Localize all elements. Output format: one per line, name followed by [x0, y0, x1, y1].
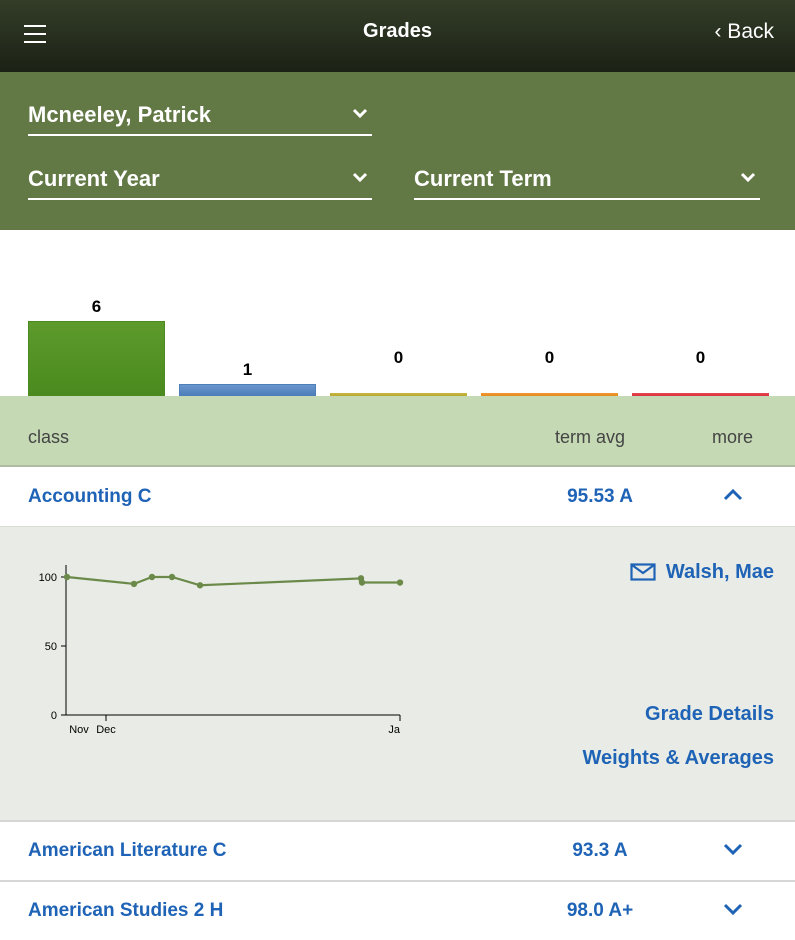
hamburger-menu-icon[interactable]: [16, 16, 52, 56]
chevron-down-icon: [352, 172, 368, 182]
class-detail-panel: 100 50 0 Nov Dec Ja Walsh, Mae Grade Details …: [0, 526, 795, 820]
y-tick-label: 100: [39, 572, 57, 584]
filter-panel: Mcneeley, Patrick Current Year Current T…: [0, 72, 795, 230]
teacher-name: Walsh, Mae: [665, 561, 774, 583]
chevron-up-icon[interactable]: [722, 488, 744, 502]
class-term-avg: 98.0 A+: [566, 900, 634, 921]
grade-trend-chart: 100 50 0 Nov Dec Ja: [39, 565, 404, 736]
grade-point: [148, 573, 156, 581]
y-tick-label: 50: [45, 641, 57, 653]
class-row-american-literature[interactable]: American Literature C 93.3 A: [0, 822, 795, 880]
x-tick-label: Dec: [96, 724, 116, 736]
class-row-american-studies[interactable]: American Studies 2 H 98.0 A+: [0, 882, 795, 940]
class-term-avg: 95.53 A: [567, 486, 633, 507]
grade-point: [168, 573, 176, 581]
class-term-avg: 93.3 A: [572, 840, 628, 861]
student-select[interactable]: Mcneeley, Patrick: [28, 86, 372, 136]
grade-point: [396, 579, 404, 586]
chevron-down-icon[interactable]: [722, 842, 744, 856]
chevron-down-icon[interactable]: [722, 902, 744, 916]
more-column-header: more: [712, 427, 754, 447]
class-name: Accounting C: [28, 486, 152, 507]
weights-averages-link[interactable]: Weights & Averages: [582, 747, 774, 770]
page-title: Grades: [363, 20, 432, 42]
grade-point: [130, 580, 138, 588]
term-select-value: Current Term: [414, 166, 552, 191]
grade-bar-count: 0: [393, 348, 404, 367]
grade-trend-line: [66, 575, 400, 587]
class-list-header: class term avg more: [0, 396, 795, 467]
chevron-down-icon: [740, 172, 756, 182]
term-select[interactable]: Current Term: [414, 150, 760, 200]
grade-point: [63, 573, 71, 581]
teacher-email-link[interactable]: Walsh, Mae: [630, 561, 774, 584]
x-tick-label: Ja: [388, 724, 401, 736]
term-avg-column-header: term avg: [555, 427, 626, 447]
grade-bar-count: 1: [242, 359, 253, 379]
grade-bar: [179, 383, 316, 396]
grade-bar: [28, 321, 165, 396]
top-bar: Grades ‹ Back: [0, 0, 795, 72]
grade-bar-count: 0: [544, 348, 555, 367]
grade-details-link[interactable]: Grade Details: [645, 703, 774, 726]
grade-point: [358, 579, 366, 586]
year-select[interactable]: Current Year: [28, 150, 372, 200]
grade-distribution-chart: 6 1 0 0 0: [0, 230, 795, 396]
back-button[interactable]: ‹ Back: [714, 20, 774, 44]
student-select-value: Mcneeley, Patrick: [28, 102, 212, 127]
class-column-header: class: [28, 427, 70, 447]
y-tick-label: 0: [51, 710, 57, 722]
year-select-value: Current Year: [28, 166, 160, 191]
mail-icon: [630, 563, 656, 581]
grade-bar-count: 6: [91, 297, 102, 316]
class-name: American Studies 2 H: [28, 900, 224, 921]
x-tick-label: Nov: [69, 724, 89, 736]
class-row-accounting[interactable]: Accounting C 95.53 A: [0, 468, 795, 526]
grade-bar-count: 0: [695, 348, 706, 367]
grade-point: [196, 582, 204, 589]
chevron-down-icon: [352, 108, 368, 118]
class-name: American Literature C: [28, 840, 227, 861]
